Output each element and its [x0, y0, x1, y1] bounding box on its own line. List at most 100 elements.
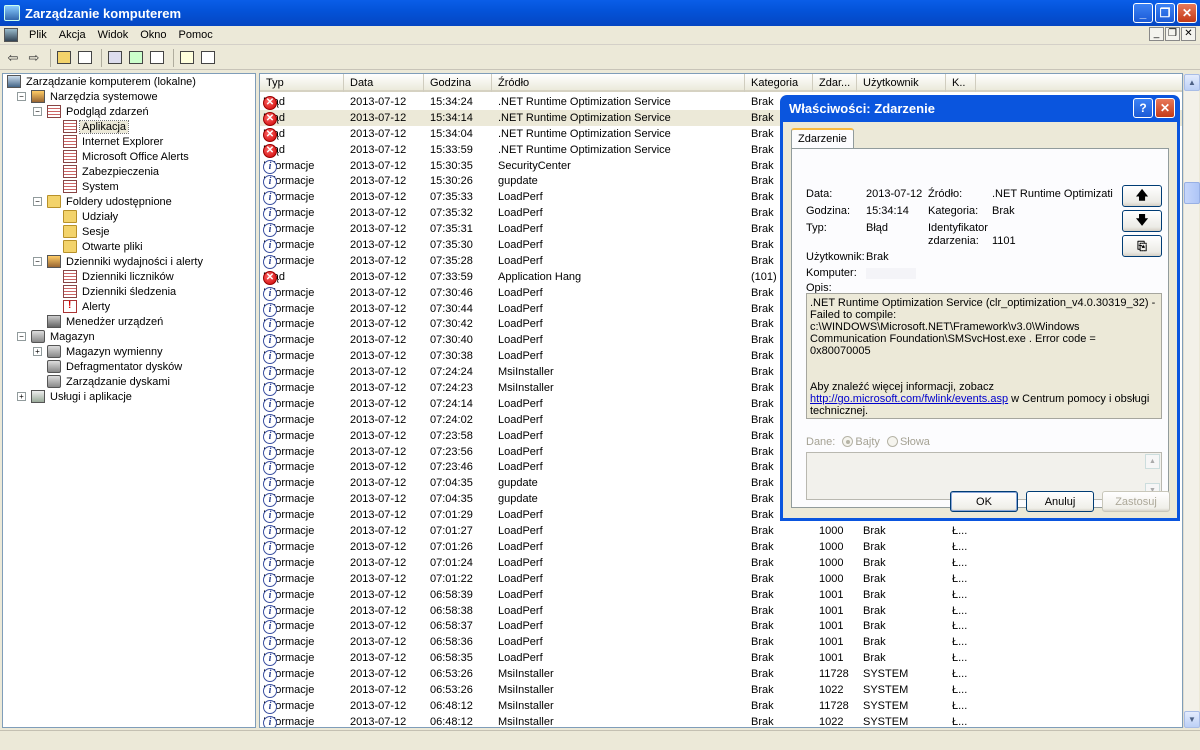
up-level-button[interactable]	[55, 49, 73, 67]
properties-button[interactable]	[106, 49, 124, 67]
show-hide-action-pane-button[interactable]	[199, 49, 217, 67]
next-event-button[interactable]: 🡇	[1122, 210, 1162, 232]
tree-node[interactable]: − Magazyn	[3, 329, 255, 344]
column-header[interactable]: K..	[946, 74, 976, 92]
table-row[interactable]: i Informacje 2013-07-12 07:01:22 LoadPerf Bra…	[260, 571, 1182, 587]
mdi-close-button[interactable]: ✕	[1181, 27, 1196, 41]
tree-node[interactable]: Dzienniki liczników	[3, 269, 255, 284]
dialog-help-button[interactable]: ?	[1133, 98, 1153, 118]
table-row[interactable]: i Informacje 2013-07-12 06:53:26 MsiInstalle…	[260, 666, 1182, 683]
description-box[interactable]: .NET Runtime Optimization Service (clr_o…	[806, 293, 1162, 419]
table-row[interactable]: i Informacje 2013-07-12 06:58:39 LoadPerf Bra…	[260, 587, 1182, 603]
vertical-scrollbar[interactable]: ▲ ▼	[1183, 74, 1200, 728]
column-header[interactable]: Użytkownik	[857, 74, 946, 92]
tree-node[interactable]: Microsoft Office Alerts	[3, 149, 255, 164]
apply-button[interactable]: Zastosuj	[1102, 491, 1170, 512]
tree-node[interactable]: Zarządzanie dyskami	[3, 374, 255, 389]
event-id-cell: 1022	[819, 683, 844, 696]
expand-toggle[interactable]: −	[33, 257, 42, 266]
export-list-button[interactable]	[148, 49, 166, 67]
tab-event[interactable]: Zdarzenie	[791, 128, 854, 149]
mdi-minimize-button[interactable]: _	[1149, 27, 1164, 41]
tree-node[interactable]: System	[3, 179, 255, 194]
tree-node[interactable]: − Podgląd zdarzeń	[3, 104, 255, 119]
dialog-title[interactable]: Właściwości: Zdarzenie	[783, 95, 1177, 122]
column-header[interactable]: Zdar...	[813, 74, 857, 92]
source-cell: .NET Runtime Optimization Service	[498, 111, 671, 124]
user-cell: Brak	[863, 652, 886, 665]
copy-button[interactable]: ⎘	[1122, 235, 1162, 257]
expand-toggle[interactable]: −	[17, 92, 26, 101]
tree-node[interactable]: Dzienniki śledzenia	[3, 284, 255, 299]
table-row[interactable]: i Informacje 2013-07-12 07:01:26 LoadPerf Bra…	[260, 539, 1182, 555]
menu-help[interactable]: Pomoc	[173, 29, 219, 41]
expand-toggle[interactable]: −	[17, 332, 26, 341]
console-tree[interactable]: Zarządzanie komputerem (lokalne) − Narzędz…	[2, 73, 256, 728]
expand-toggle[interactable]: +	[33, 347, 42, 356]
tree-node[interactable]: Internet Explorer	[3, 134, 255, 149]
help-link[interactable]: http://go.microsoft.com/fwlink/events.as…	[810, 393, 1008, 405]
column-header[interactable]: Typ	[260, 74, 344, 92]
tree-node[interactable]: Defragmentator dysków	[3, 359, 255, 374]
table-row[interactable]: i Informacje 2013-07-12 06:58:38 LoadPerf Bra…	[260, 603, 1182, 619]
user-cell: SYSTEM	[863, 715, 909, 728]
tree-node[interactable]: Zabezpieczenia	[3, 164, 255, 179]
menu-file[interactable]: Plik	[23, 29, 53, 41]
table-row[interactable]: i Informacje 2013-07-12 07:01:24 LoadPerf Bra…	[260, 555, 1182, 571]
tree-node[interactable]: Udziały	[3, 209, 255, 224]
menu-view[interactable]: Widok	[92, 29, 135, 41]
table-row[interactable]: i Informacje 2013-07-12 06:53:26 MsiInstalle…	[260, 682, 1182, 698]
column-header[interactable]: Kategoria	[745, 74, 813, 92]
back-button[interactable]: ⇦	[4, 49, 22, 67]
dialog-close-button[interactable]: ✕	[1155, 98, 1175, 118]
refresh-button[interactable]	[127, 49, 145, 67]
console-icon[interactable]	[4, 28, 18, 42]
minimize-button[interactable]: _	[1133, 3, 1153, 23]
scroll-thumb[interactable]	[1184, 182, 1200, 204]
table-row[interactable]: i Informacje 2013-07-12 06:58:35 LoadPerf Bra…	[260, 650, 1182, 667]
tree-node[interactable]: − Dzienniki wydajności i alerty	[3, 254, 255, 269]
tree-node[interactable]: Menedżer urządzeń	[3, 314, 255, 329]
tree-node[interactable]: + Magazyn wymienny	[3, 344, 255, 359]
maximize-button[interactable]: ❐	[1155, 3, 1175, 23]
cancel-button[interactable]: Anuluj	[1026, 491, 1094, 512]
tree-node[interactable]: Aplikacja	[3, 119, 255, 134]
scroll-down-button[interactable]: ▼	[1184, 711, 1200, 728]
bytes-radio[interactable]	[842, 436, 854, 447]
title-bar[interactable]: Zarządzanie komputerem _ ❐ ✕	[0, 0, 1200, 26]
tree-node[interactable]: − Foldery udostępnione	[3, 194, 255, 209]
close-button[interactable]: ✕	[1177, 3, 1197, 23]
tree-node[interactable]: Otwarte pliki	[3, 239, 255, 254]
date-value: 2013-07-12	[866, 188, 923, 200]
table-row[interactable]: i Informacje 2013-07-12 06:48:12 MsiInstalle…	[260, 698, 1182, 714]
tree-node[interactable]: Alerty	[3, 299, 255, 314]
table-row[interactable]: i Informacje 2013-07-12 07:01:27 LoadPerf Bra…	[260, 523, 1182, 540]
forward-button[interactable]: ⇨	[25, 49, 43, 67]
tree-node[interactable]: Zarządzanie komputerem (lokalne)	[3, 74, 255, 89]
table-row[interactable]: i Informacje 2013-07-12 06:58:36 LoadPerf Bra…	[260, 634, 1182, 651]
column-header[interactable]: Godzina	[424, 74, 492, 92]
ok-button[interactable]: OK	[950, 491, 1018, 512]
menu-action[interactable]: Akcja	[53, 29, 92, 41]
data-scroll-up-button[interactable]: ▲	[1145, 454, 1160, 469]
column-header[interactable]: Źródło	[492, 74, 745, 92]
expand-toggle[interactable]: −	[33, 197, 42, 206]
date-cell: 2013-07-12	[350, 525, 407, 538]
show-hide-tree-button[interactable]	[76, 49, 94, 67]
tree-node-label: Internet Explorer	[82, 135, 164, 148]
help-button[interactable]	[178, 49, 196, 67]
table-row[interactable]: i Informacje 2013-07-12 06:48:12 MsiInstalle…	[260, 714, 1182, 728]
menu-window[interactable]: Okno	[134, 29, 172, 41]
scroll-up-button[interactable]: ▲	[1184, 74, 1200, 91]
expand-toggle[interactable]: +	[17, 392, 26, 401]
words-radio[interactable]	[886, 436, 898, 447]
expand-toggle[interactable]: −	[33, 107, 42, 116]
previous-event-button[interactable]: 🡅	[1122, 185, 1162, 207]
column-header[interactable]: Data	[344, 74, 424, 92]
tree-node[interactable]: − Narzędzia systemowe	[3, 89, 255, 104]
tree-node[interactable]: + Usługi i aplikacje	[3, 389, 255, 404]
folder-up-icon	[57, 51, 71, 64]
tree-node[interactable]: Sesje	[3, 224, 255, 239]
table-row[interactable]: i Informacje 2013-07-12 06:58:37 LoadPerf Bra…	[260, 618, 1182, 635]
mdi-restore-button[interactable]: ❐	[1165, 27, 1180, 41]
